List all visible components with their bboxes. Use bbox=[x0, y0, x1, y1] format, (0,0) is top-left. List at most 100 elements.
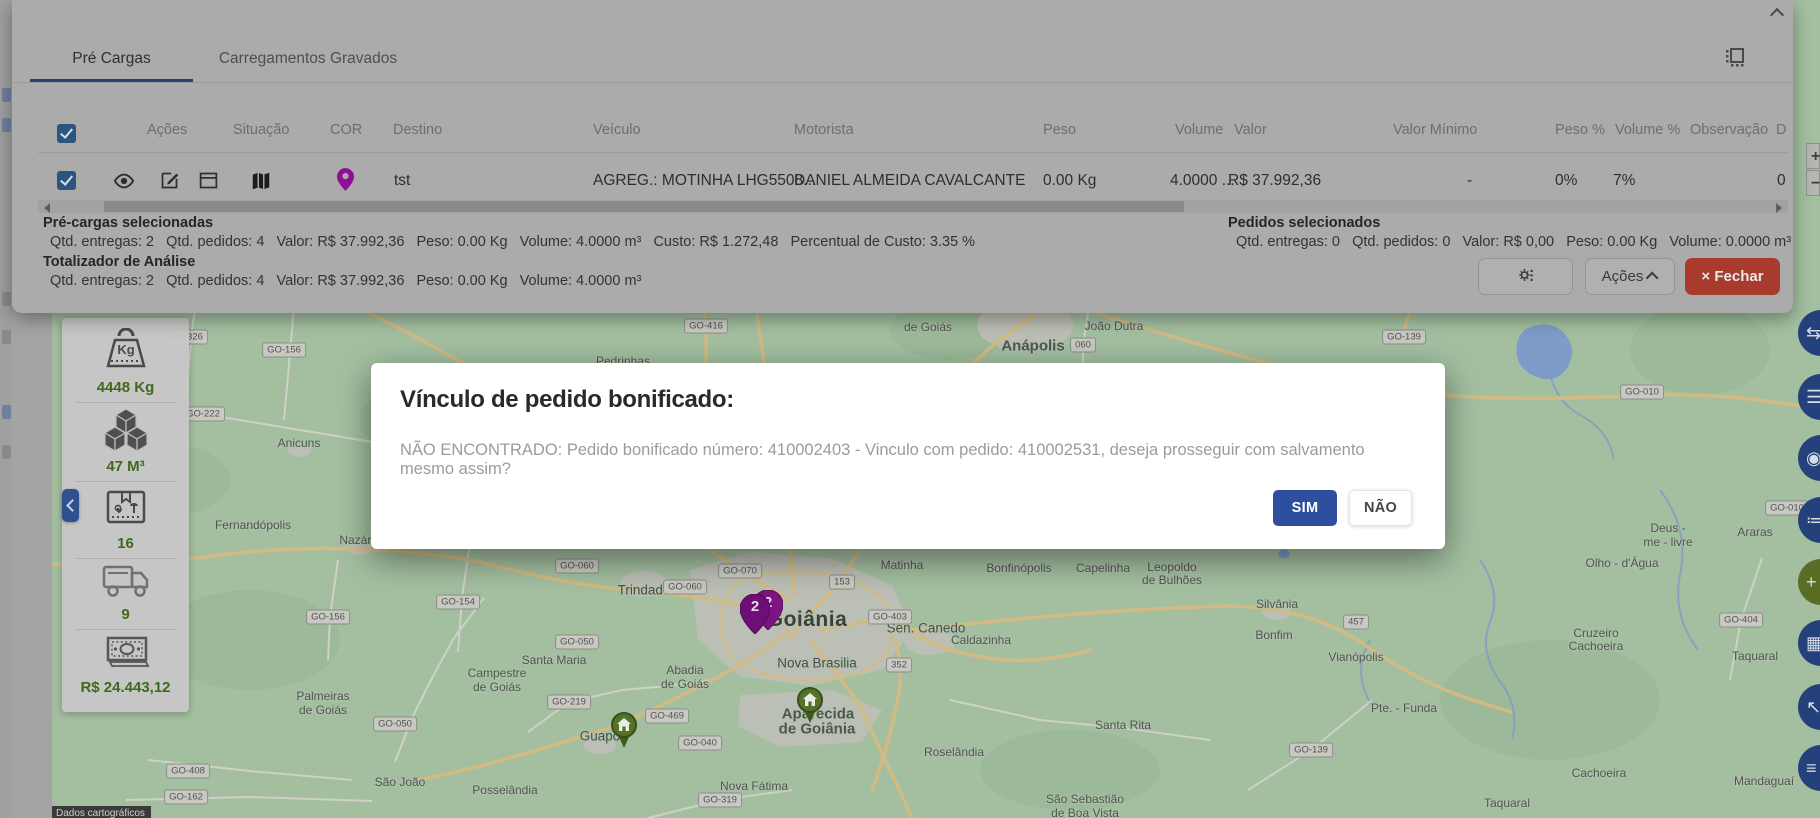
scrollbar-thumb[interactable] bbox=[104, 201, 1184, 212]
fechar-button[interactable]: × Fechar bbox=[1685, 258, 1780, 295]
panel-collapse-left-button[interactable] bbox=[62, 489, 79, 522]
share-arrow-fab-button[interactable]: ↖ bbox=[1798, 684, 1820, 730]
vinculo-bonificado-dialog: Vínculo de pedido bonificado: NÃO ENCONT… bbox=[371, 363, 1445, 549]
map-place-label: Posselândia bbox=[472, 783, 537, 797]
scroll-right-icon[interactable] bbox=[1776, 203, 1782, 213]
view-row-button[interactable] bbox=[113, 170, 135, 192]
chevron-left-icon bbox=[66, 499, 79, 512]
stat-value: 47 M³ bbox=[106, 458, 144, 475]
map-place-label: Cruzeiro bbox=[1573, 626, 1618, 640]
col-header-motorista: Motorista bbox=[794, 122, 854, 138]
map-place-label: me - livre bbox=[1643, 535, 1692, 549]
stat-item: R$ 24.443,12 bbox=[76, 629, 176, 702]
weight-icon: Kg bbox=[103, 328, 149, 377]
color-pin-icon bbox=[337, 168, 359, 190]
tab-pre-cargas[interactable]: Pré Cargas bbox=[30, 38, 193, 78]
map-place-label: Vianópolis bbox=[1328, 650, 1383, 664]
money-icon bbox=[102, 634, 150, 677]
grid-fab-button[interactable]: ▦ bbox=[1798, 620, 1820, 666]
table-horizontal-scrollbar[interactable] bbox=[38, 200, 1788, 213]
filters-fab-button[interactable]: ≔ bbox=[1798, 497, 1820, 543]
road-shield-label: GO-319 bbox=[698, 793, 742, 808]
map-pin-cluster-1[interactable]: 2 bbox=[740, 594, 770, 634]
road-shield-label: GO-162 bbox=[164, 790, 208, 805]
share-arrow-icon: ↖ bbox=[1806, 697, 1820, 717]
road-shield-label: GO-404 bbox=[1719, 613, 1763, 628]
list-panel-fab-button[interactable]: ☰ bbox=[1798, 374, 1820, 420]
chevron-up-icon bbox=[1770, 8, 1784, 22]
road-shield-label: GO-403 bbox=[868, 610, 912, 625]
map-place-label: Olho - d'Água bbox=[1585, 556, 1658, 570]
pre-cargas-selecionadas-title: Pré-cargas selecionadas bbox=[43, 215, 213, 231]
archive-row-button[interactable] bbox=[197, 170, 219, 192]
col-header-situacao: Situação bbox=[233, 122, 289, 138]
cell-motorista: DANIEL ALMEIDA CAVALCANTE bbox=[794, 172, 1025, 190]
col-header-veiculo: Veículo bbox=[593, 122, 641, 138]
stat-value: 9 bbox=[121, 606, 129, 623]
pre-cargas-panel: Pré Cargas Carregamentos Gravados Ações … bbox=[12, 0, 1793, 313]
map-place-label: Nova Brasilia bbox=[777, 656, 857, 671]
sidebar-icon-sliver bbox=[2, 292, 11, 306]
column-settings-icon[interactable] bbox=[1724, 46, 1746, 68]
road-shield-label: GO-156 bbox=[306, 610, 350, 625]
pedidos-selecionados-line: Qtd. entregas: 0 Qtd. pedidos: 0 Valor: … bbox=[1236, 234, 1791, 250]
map-place-label: de Bulhões bbox=[1142, 573, 1202, 587]
edit-row-button[interactable] bbox=[158, 170, 180, 192]
filters-icon: ≔ bbox=[1806, 510, 1820, 530]
pre-cargas-selecionadas-line: Qtd. entregas: 2 Qtd. pedidos: 4 Valor: … bbox=[50, 234, 975, 250]
cell-veiculo: AGREG.: MOTINHA LHG5508... bbox=[593, 172, 816, 190]
totalizador-title: Totalizador de Análise bbox=[43, 254, 195, 270]
map-place-label: São João bbox=[375, 775, 426, 789]
dialog-message: NÃO ENCONTRADO: Pedido bonificado número… bbox=[400, 441, 1420, 479]
swap-arrows-fab-button[interactable]: ⇆ bbox=[1798, 310, 1820, 356]
settings-button[interactable] bbox=[1478, 258, 1573, 295]
map-place-label: de Goiás bbox=[661, 677, 709, 691]
map-place-label: Matinha bbox=[881, 558, 924, 572]
panel-collapse-up-button[interactable] bbox=[1772, 10, 1783, 21]
cell-valor: R$ 37.992,36 bbox=[1228, 172, 1321, 190]
cell-destino: tst bbox=[394, 172, 410, 190]
map-place-label: Bonfim bbox=[1255, 628, 1292, 642]
col-header-valor: Valor bbox=[1234, 122, 1267, 138]
sim-button[interactable]: SIM bbox=[1273, 490, 1337, 526]
swap-arrows-icon: ⇆ bbox=[1806, 323, 1820, 343]
road-shield-label: GO-219 bbox=[547, 695, 591, 710]
pin-count-label: 2 bbox=[740, 598, 770, 615]
map-place-label: Taquaral bbox=[1732, 649, 1778, 663]
map-place-label: Palmeiras bbox=[296, 689, 349, 703]
road-shield-label: GO-408 bbox=[166, 764, 210, 779]
col-header-acoes: Ações bbox=[147, 122, 187, 138]
map-place-label: João Dutra bbox=[1085, 319, 1144, 333]
select-all-checkbox[interactable] bbox=[57, 124, 76, 143]
map-place-label: de Goiás bbox=[299, 703, 347, 717]
stat-value: 16 bbox=[117, 535, 134, 552]
map-place-label: de Goiás bbox=[473, 680, 521, 694]
totalizador-line: Qtd. entregas: 2 Qtd. pedidos: 4 Valor: … bbox=[50, 273, 641, 289]
cell-volume-pct: 7% bbox=[1613, 172, 1635, 190]
road-shield-label: GO-050 bbox=[555, 635, 599, 650]
package-icon bbox=[104, 486, 148, 533]
road-shield-label: 352 bbox=[886, 658, 912, 673]
road-shield-label: 457 bbox=[1343, 615, 1369, 630]
map-place-label: Capelinha bbox=[1076, 561, 1130, 575]
dialog-title: Vínculo de pedido bonificado: bbox=[400, 386, 734, 414]
col-header-observacao: Observação bbox=[1690, 122, 1768, 138]
row-checkbox[interactable] bbox=[57, 171, 76, 190]
eye-toggle-fab-button[interactable]: ◉ bbox=[1798, 435, 1820, 481]
cell-volume: 4.0000 ... bbox=[1170, 172, 1235, 190]
show-on-map-button[interactable] bbox=[250, 170, 272, 192]
menu-lines-fab-button[interactable]: ≡ bbox=[1798, 745, 1820, 791]
tab-carregamentos-gravados[interactable]: Carregamentos Gravados bbox=[208, 38, 408, 78]
add-fab-button[interactable]: + bbox=[1798, 559, 1820, 605]
road-shield-label: GO-156 bbox=[262, 343, 306, 358]
map-icon bbox=[250, 170, 272, 192]
road-shield-label: GO-139 bbox=[1289, 743, 1333, 758]
stat-item: 9 bbox=[76, 558, 176, 629]
sidebar-icon-sliver bbox=[2, 88, 11, 102]
map-place-label: Cachoeira bbox=[1572, 766, 1627, 780]
nao-button[interactable]: NÃO bbox=[1349, 490, 1412, 526]
scroll-left-icon[interactable] bbox=[44, 203, 50, 213]
road-shield-label: GO-060 bbox=[663, 580, 707, 595]
acoes-button[interactable]: Ações bbox=[1585, 258, 1675, 295]
cell-peso: 0.00 Kg bbox=[1043, 172, 1096, 190]
